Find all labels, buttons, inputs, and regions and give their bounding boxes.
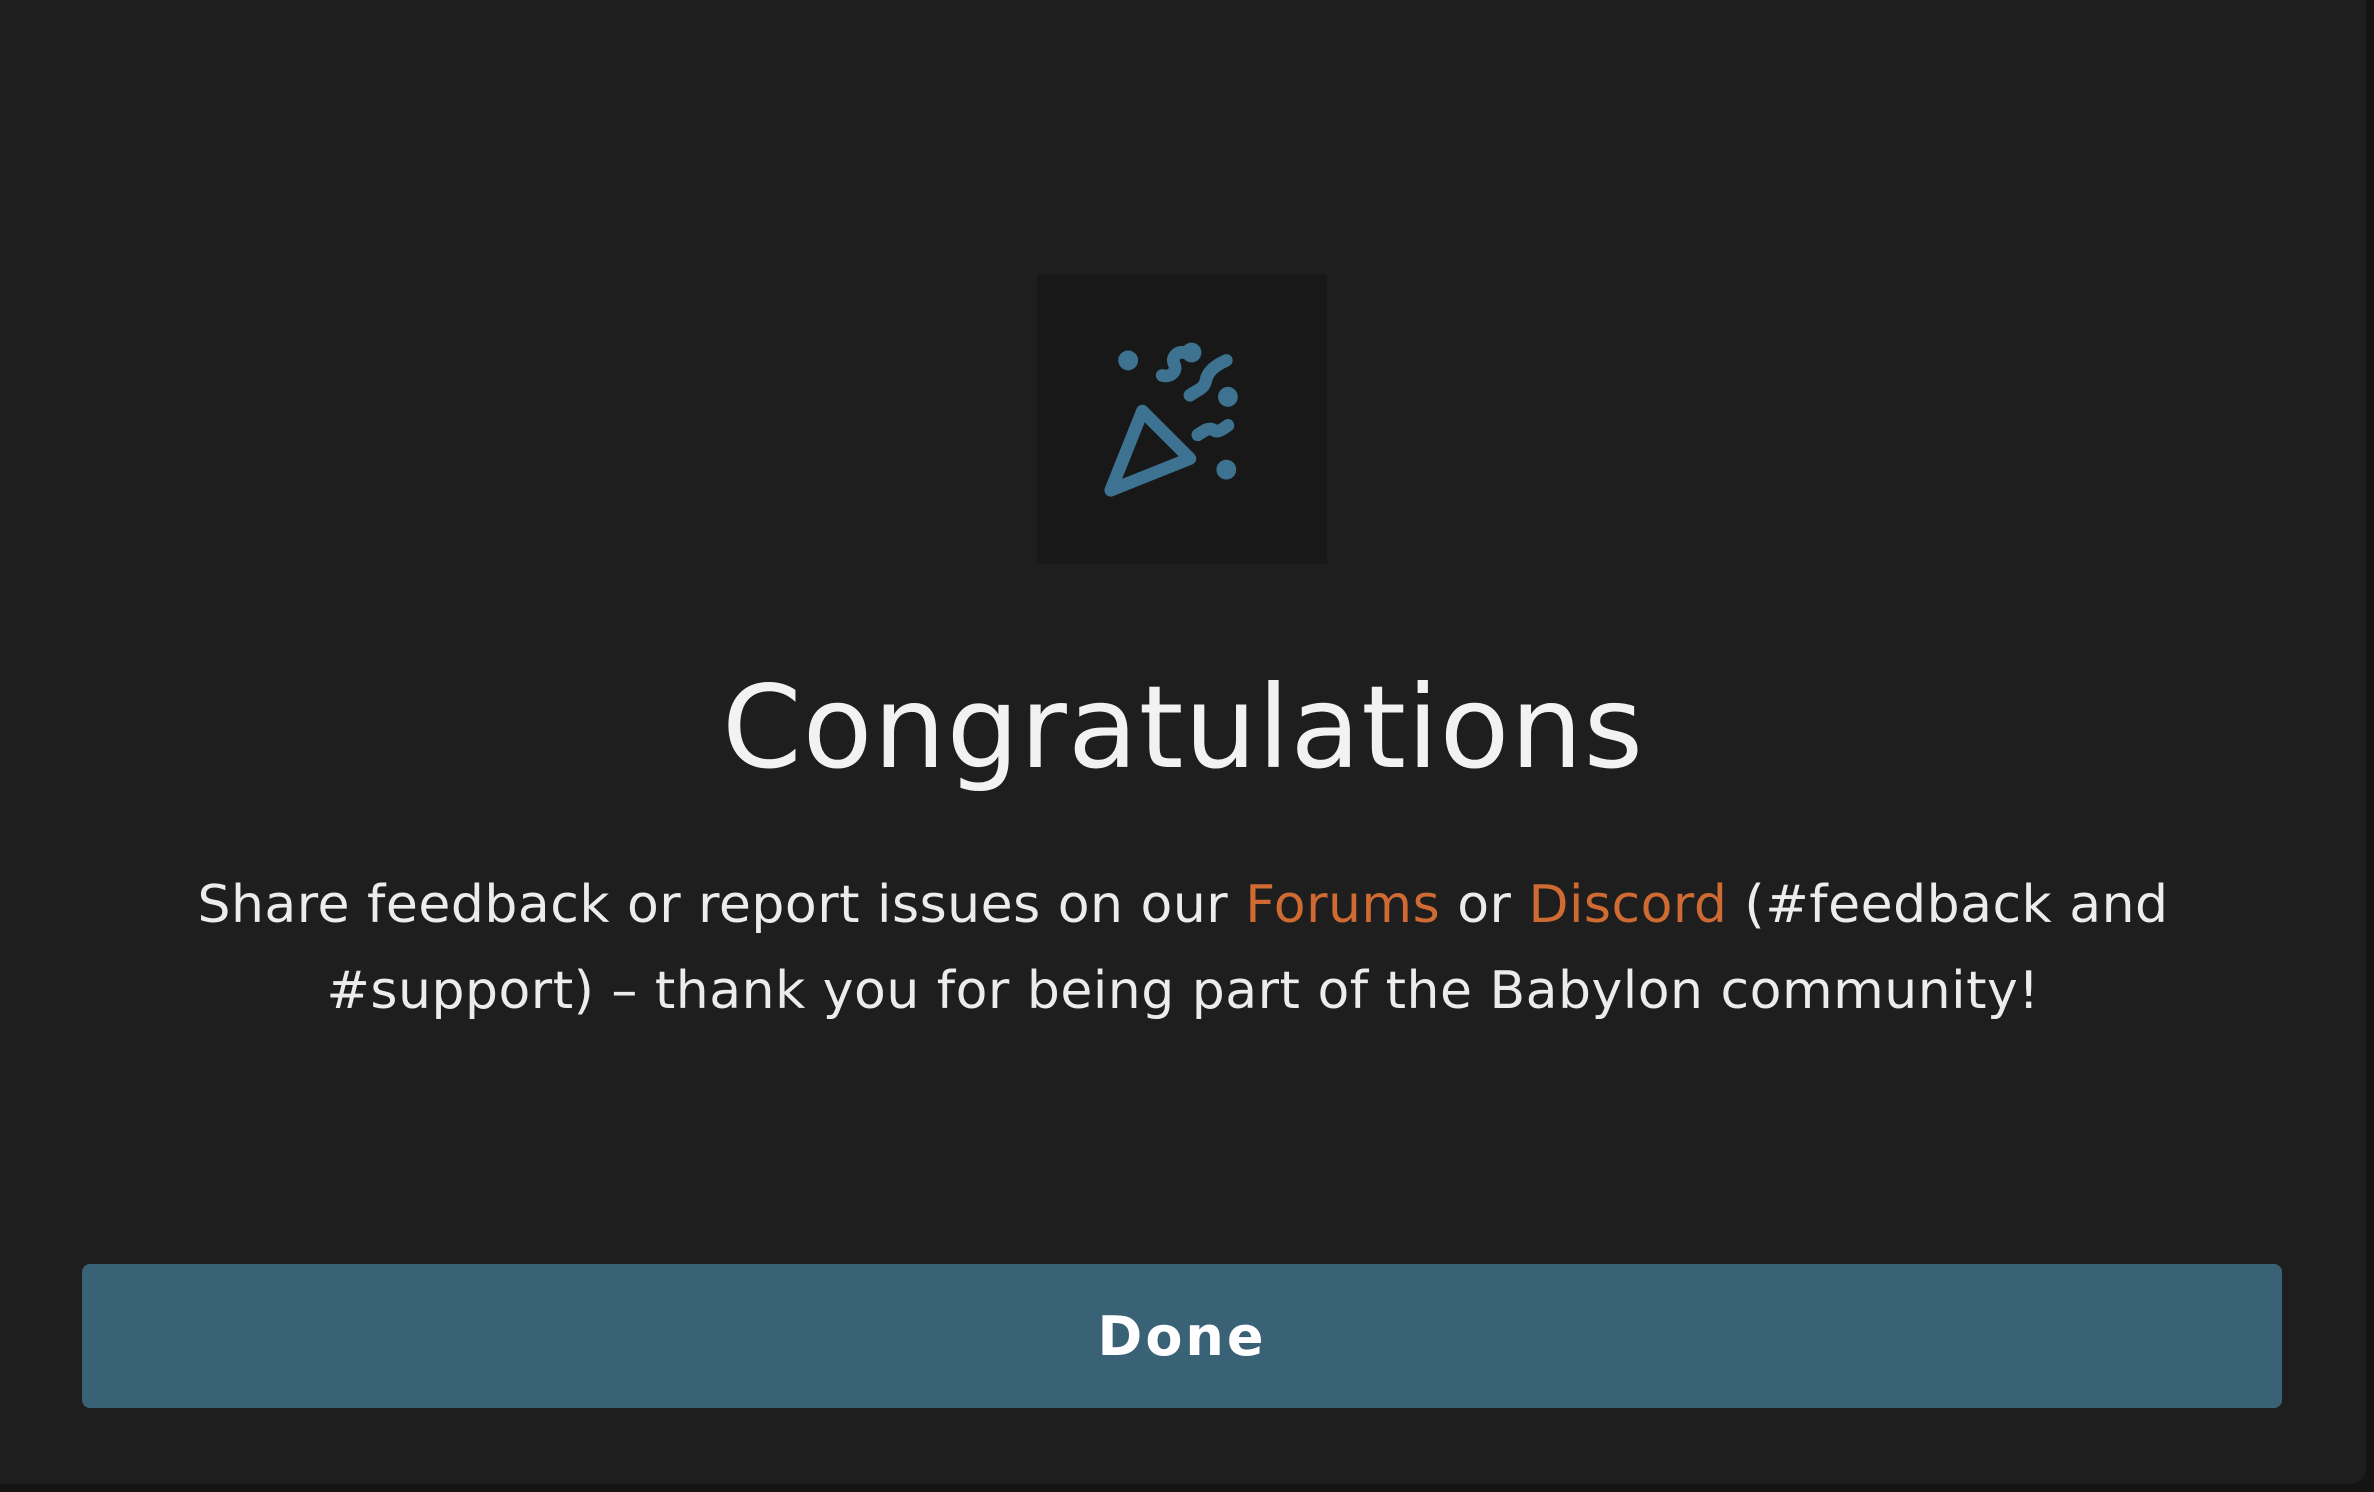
icon-container xyxy=(1037,274,1327,564)
done-button[interactable]: Done xyxy=(82,1264,2282,1408)
congratulations-dialog: Congratulations Share feedback or report… xyxy=(0,0,2366,1484)
forums-link[interactable]: Forums xyxy=(1245,875,1440,935)
discord-link[interactable]: Discord xyxy=(1528,875,1727,935)
party-popper-icon xyxy=(1104,342,1238,497)
dialog-title: Congratulations xyxy=(722,661,1644,794)
message-text-2: or xyxy=(1440,875,1529,935)
message-text-1: Share feedback or report issues on our xyxy=(197,875,1246,935)
dialog-message: Share feedback or report issues on our F… xyxy=(150,862,2216,1034)
